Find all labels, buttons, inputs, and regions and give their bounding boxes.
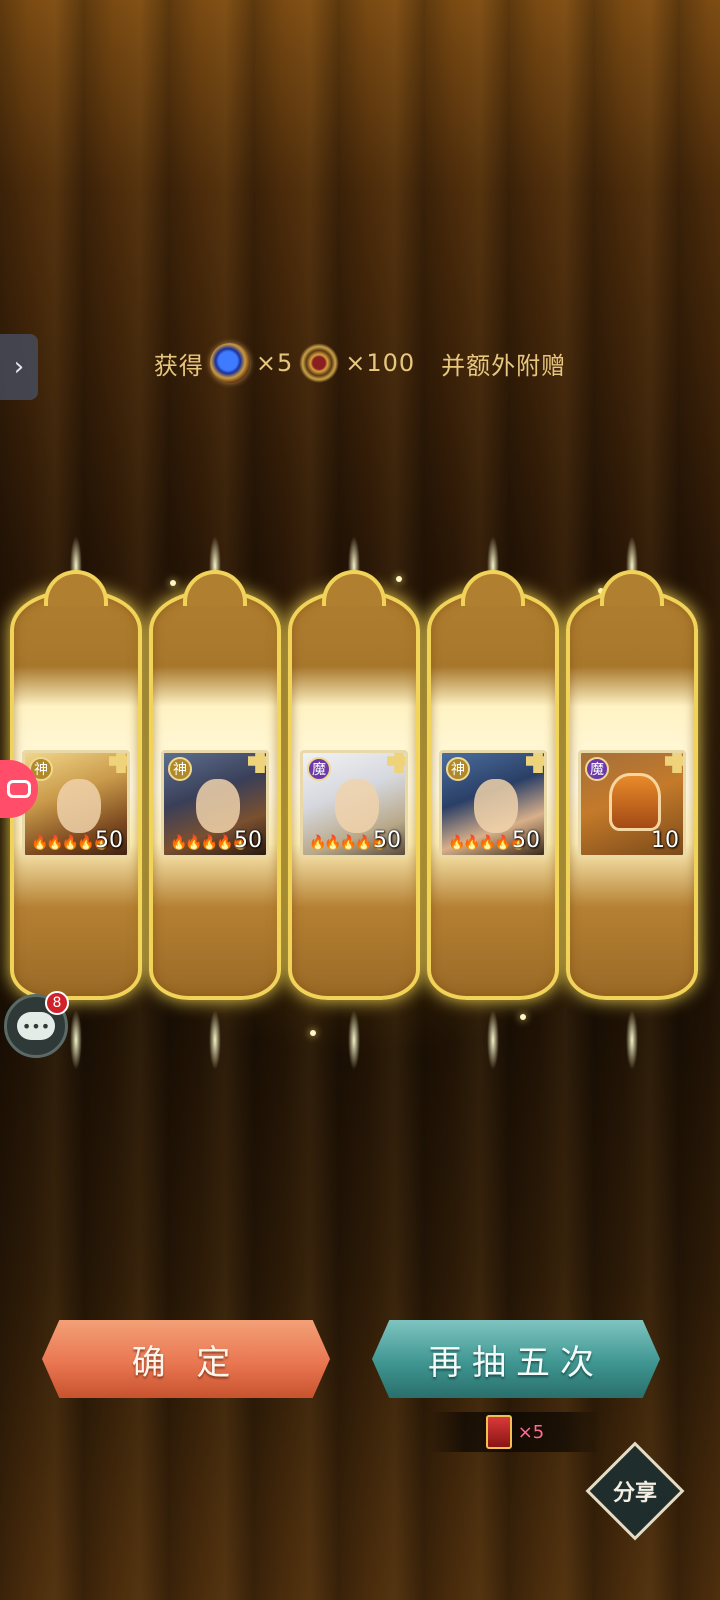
card-flare	[209, 1010, 221, 1070]
gacha-result-screen: › 获得 ×5 ×100 并额外附赠 神 🔥🔥🔥🔥🔥 50 神 🔥🔥🔥🔥🔥 50…	[0, 0, 720, 1600]
draw-five-again-button[interactable]: 再抽五次	[372, 1320, 660, 1398]
chat-button[interactable]: ••• 8	[4, 991, 69, 1058]
puzzle-piece-icon	[248, 753, 266, 773]
gold-ring-icon	[299, 343, 340, 383]
hero-face	[57, 779, 101, 833]
blue-gem-icon	[209, 343, 250, 383]
faction-badge: 魔	[585, 757, 609, 781]
faction-badge: 魔	[307, 757, 331, 781]
gamepad-icon	[7, 780, 31, 798]
hero-card-3[interactable]: 魔 🔥🔥🔥🔥🔥 50	[274, 536, 434, 1070]
card-flare	[70, 1010, 82, 1070]
puzzle-piece-icon	[387, 753, 405, 773]
hero-level: 50	[512, 828, 540, 853]
hero-portrait: 神 🔥🔥🔥🔥🔥 50	[161, 750, 269, 858]
obtain-suffix: 并额外附赠	[441, 351, 567, 380]
card-flare	[626, 1010, 638, 1070]
chat-unread-badge: 8	[45, 991, 69, 1015]
hero-card-2[interactable]: 神 🔥🔥🔥🔥🔥 50	[135, 536, 295, 1070]
hero-portrait: 魔 🔥🔥🔥🔥🔥 50	[300, 750, 408, 858]
hero-face	[196, 779, 240, 833]
obtain-prefix: 获得	[153, 351, 204, 380]
card-flare	[348, 1010, 360, 1070]
share-button[interactable]: 分享	[600, 1456, 670, 1526]
faction-badge: 神	[446, 757, 470, 781]
puzzle-piece-icon	[109, 753, 127, 773]
card-flare	[487, 1010, 499, 1070]
item-portrait: 魔 10	[578, 750, 686, 858]
helmet-icon	[609, 773, 661, 831]
hero-card-4[interactable]: 神 🔥🔥🔥🔥🔥 50	[413, 536, 573, 1070]
card-row: 神 🔥🔥🔥🔥🔥 50 神 🔥🔥🔥🔥🔥 50 魔 🔥🔥🔥🔥🔥 50 神 🔥🔥🔥🔥🔥…	[0, 536, 720, 1070]
cost-quantity: ×5	[517, 1421, 545, 1443]
item1-quantity: ×5	[255, 349, 294, 377]
item2-quantity: ×100	[345, 349, 416, 377]
puzzle-piece-icon	[526, 753, 544, 773]
item-level: 10	[651, 828, 679, 853]
hero-level: 50	[234, 828, 262, 853]
confirm-button[interactable]: 确 定	[42, 1320, 330, 1398]
hero-level: 50	[373, 828, 401, 853]
faction-badge: 神	[168, 757, 192, 781]
chat-bubble-icon: •••	[17, 1012, 55, 1040]
hero-portrait: 神 🔥🔥🔥🔥🔥 50	[439, 750, 547, 858]
hero-face	[335, 779, 379, 833]
red-ticket-icon	[485, 1415, 512, 1449]
obtained-rewards-line: 获得 ×5 ×100 并额外附赠	[0, 340, 720, 386]
hero-portrait: 神 🔥🔥🔥🔥🔥 50	[22, 750, 130, 858]
hero-face	[474, 779, 518, 833]
puzzle-piece-icon	[665, 753, 683, 773]
item-card-5[interactable]: 魔 10	[552, 536, 712, 1070]
draw-cost: ×5	[430, 1412, 600, 1452]
hero-level: 50	[95, 828, 123, 853]
